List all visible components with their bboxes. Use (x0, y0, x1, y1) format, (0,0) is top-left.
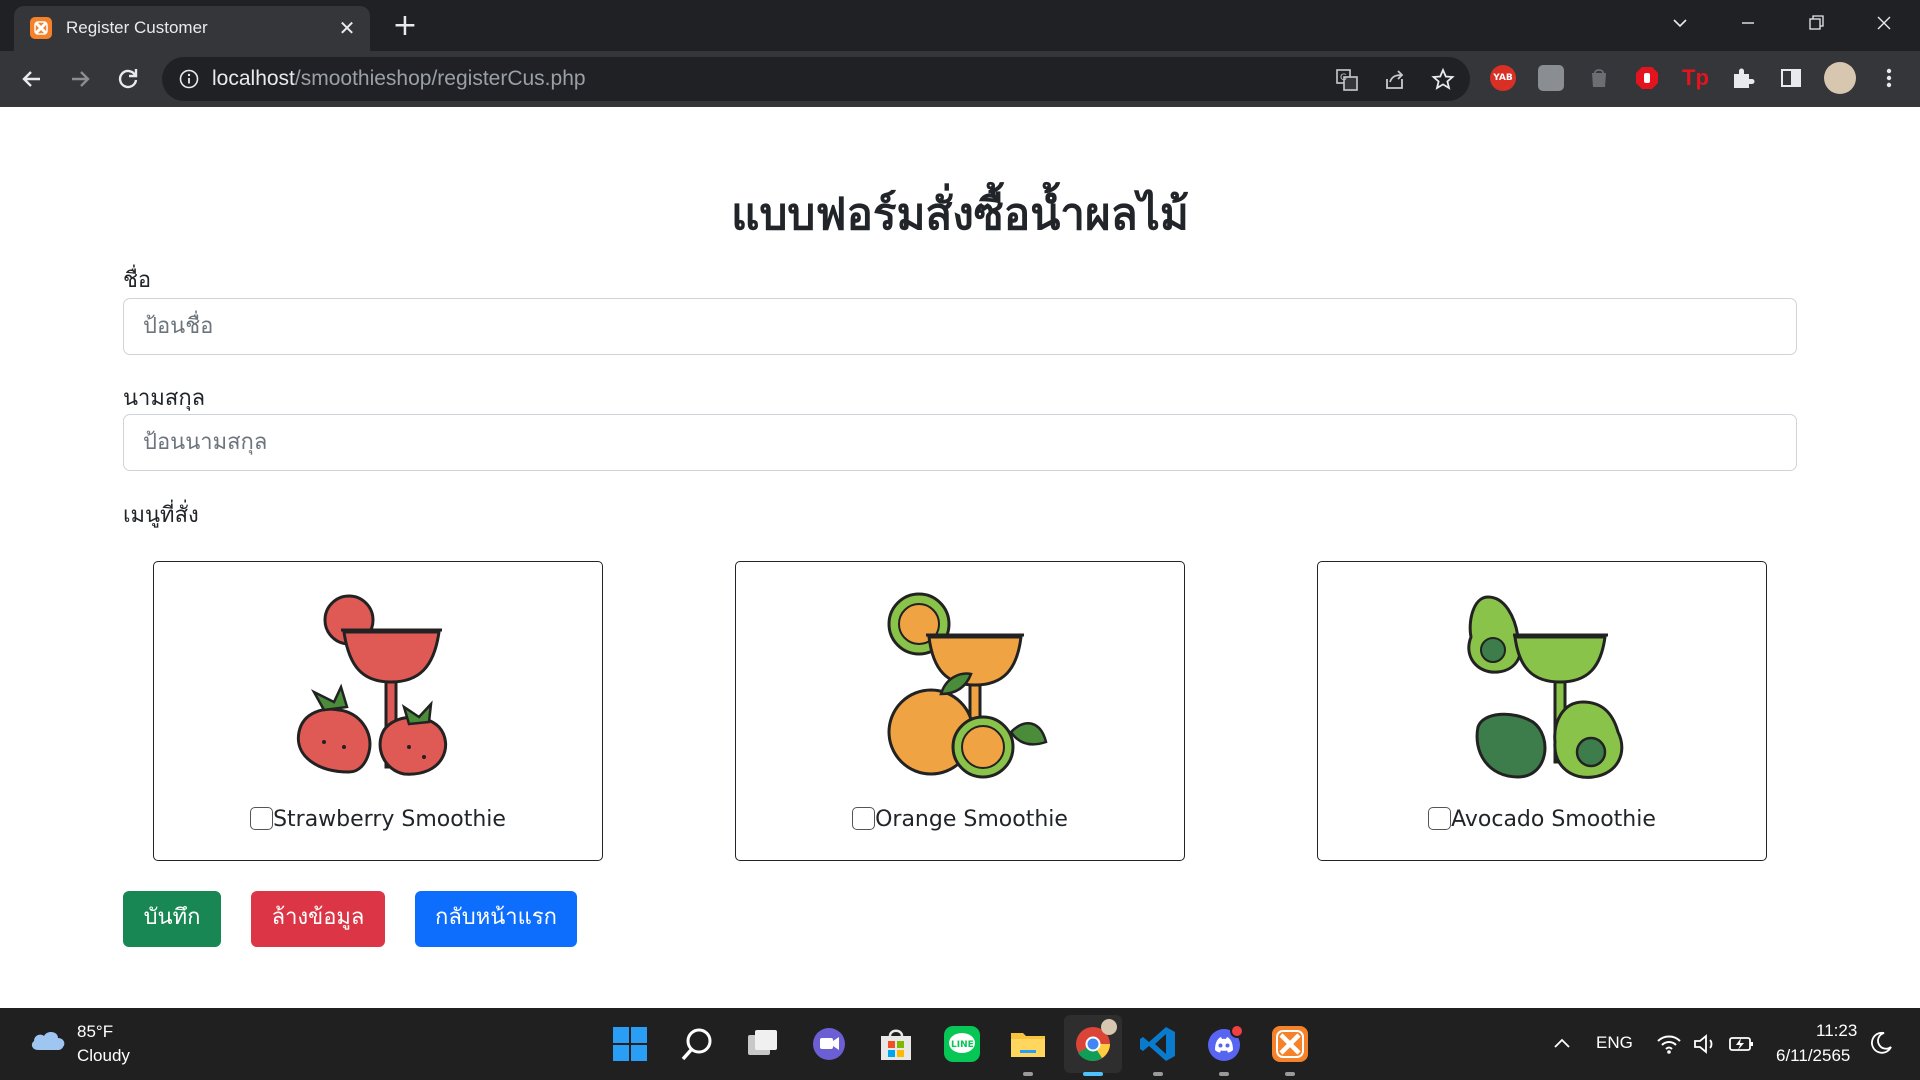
browser-tab-active[interactable]: Register Customer ✕ (14, 6, 370, 51)
url-path: /smoothieshop/registerCus.php (294, 67, 586, 90)
first-name-input[interactable] (123, 298, 1797, 355)
clear-button[interactable]: ล้างข้อมูล (251, 891, 385, 947)
chevron-up-icon[interactable] (1550, 1032, 1574, 1056)
strawberry-smoothie-image (279, 582, 479, 782)
svg-text:G: G (1340, 73, 1347, 83)
last-name-input[interactable] (123, 414, 1797, 471)
search-icon[interactable] (677, 1024, 717, 1064)
orange-label: Orange Smoothie (875, 807, 1068, 832)
clock-date[interactable]: 6/11/2565 (1776, 1046, 1850, 1066)
strawberry-label: Strawberry Smoothie (273, 807, 506, 832)
new-tab-icon[interactable]: + (390, 11, 420, 42)
menu-option-strawberry[interactable]: Strawberry Smoothie (154, 807, 602, 832)
minimize-icon[interactable] (1728, 8, 1768, 38)
close-window-icon[interactable] (1864, 8, 1904, 38)
weather-temperature: 85°F (77, 1022, 114, 1041)
site-info-icon[interactable] (178, 68, 200, 90)
home-button[interactable]: กลับหน้าแรก (415, 891, 577, 947)
forward-arrow-icon[interactable] (64, 63, 96, 95)
browser-toolbar: localhost/smoothieshop/registerCus.php G… (0, 51, 1920, 107)
menu-label: เมนูที่สั่ง (123, 503, 199, 528)
orange-smoothie-image (861, 582, 1061, 782)
extension-grey-icon[interactable] (1538, 65, 1564, 91)
extensions-puzzle-icon[interactable] (1730, 65, 1756, 91)
menu-card-orange: Orange Smoothie (735, 561, 1185, 861)
browser-title-bar: Register Customer ✕ + (0, 0, 1920, 51)
yab-extension-icon[interactable]: YAB (1490, 65, 1516, 91)
tab-title: Register Customer (66, 18, 208, 37)
tab-search-icon[interactable] (1660, 8, 1700, 38)
language-indicator[interactable]: ENG (1596, 1033, 1633, 1053)
page-title: แบบฟอร์มสั่งซื้อน้ำผลไม้ (731, 189, 1189, 240)
battery-charging-icon[interactable] (1728, 1032, 1756, 1056)
orange-checkbox[interactable] (852, 807, 876, 830)
bookmark-star-icon[interactable] (1430, 67, 1456, 93)
avocado-label: Avocado Smoothie (1451, 807, 1656, 832)
wifi-icon[interactable] (1656, 1032, 1682, 1056)
line-icon[interactable]: LINE (942, 1024, 982, 1064)
menu-option-avocado[interactable]: Avocado Smoothie (1318, 807, 1766, 832)
vscode-running-indicator (1153, 1072, 1163, 1076)
avocado-checkbox[interactable] (1428, 807, 1452, 830)
tab-close-icon[interactable]: ✕ (334, 15, 360, 41)
strawberry-checkbox[interactable] (250, 807, 274, 830)
windows-taskbar: 85°F Cloudy LINE ENG 11:23 6/11/2565 (0, 1008, 1920, 1080)
tp-extension-icon[interactable]: Tp (1682, 65, 1709, 91)
menu-option-orange[interactable]: Orange Smoothie (736, 807, 1184, 832)
adblock-hand-icon[interactable] (1634, 65, 1660, 91)
menu-card-avocado: Avocado Smoothie (1317, 561, 1767, 861)
store-icon[interactable] (876, 1024, 916, 1064)
svg-text:LINE: LINE (951, 1040, 974, 1050)
avg-extension-icon[interactable] (1586, 65, 1612, 91)
web-page: แบบฟอร์มสั่งซื้อน้ำผลไม้ ชื่อ นามสกุล เม… (0, 107, 1920, 1008)
xampp-running-indicator (1285, 1072, 1295, 1076)
notifications-moon-icon[interactable] (1868, 1030, 1894, 1056)
profile-avatar[interactable] (1824, 62, 1856, 94)
chrome-menu-icon[interactable] (1876, 65, 1902, 91)
first-name-label: ชื่อ (123, 268, 152, 293)
volume-icon[interactable] (1692, 1032, 1718, 1056)
url-text: localhost/smoothieshop/registerCus.php (212, 67, 586, 91)
task-view-icon[interactable] (743, 1024, 783, 1064)
xampp-favicon-icon (30, 17, 52, 39)
clock-time[interactable]: 11:23 (1816, 1021, 1857, 1041)
xampp-icon[interactable] (1270, 1024, 1310, 1064)
reload-icon[interactable] (112, 63, 144, 95)
discord-icon[interactable] (1204, 1024, 1244, 1064)
file-explorer-running-indicator (1023, 1072, 1033, 1076)
file-explorer-icon[interactable] (1008, 1024, 1048, 1064)
chrome-icon[interactable] (1064, 1015, 1122, 1073)
side-panel-icon[interactable] (1778, 65, 1804, 91)
restore-icon[interactable] (1796, 8, 1836, 38)
url-host: localhost (212, 67, 295, 90)
chrome-active-indicator (1083, 1072, 1103, 1076)
weather-cloud-icon[interactable] (28, 1022, 68, 1062)
save-button[interactable]: บันทึก (123, 891, 221, 947)
vscode-icon[interactable] (1138, 1024, 1178, 1064)
address-bar[interactable]: localhost/smoothieshop/registerCus.php G (162, 57, 1470, 101)
chat-icon[interactable] (809, 1024, 849, 1064)
menu-card-strawberry: Strawberry Smoothie (153, 561, 603, 861)
last-name-label: นามสกุล (123, 386, 206, 411)
share-icon[interactable] (1382, 67, 1408, 93)
discord-running-indicator (1219, 1072, 1229, 1076)
start-icon[interactable] (610, 1024, 650, 1064)
back-arrow-icon[interactable] (16, 63, 48, 95)
avocado-smoothie-image (1443, 582, 1643, 782)
translate-icon[interactable]: G (1334, 67, 1360, 93)
weather-condition: Cloudy (77, 1046, 130, 1065)
